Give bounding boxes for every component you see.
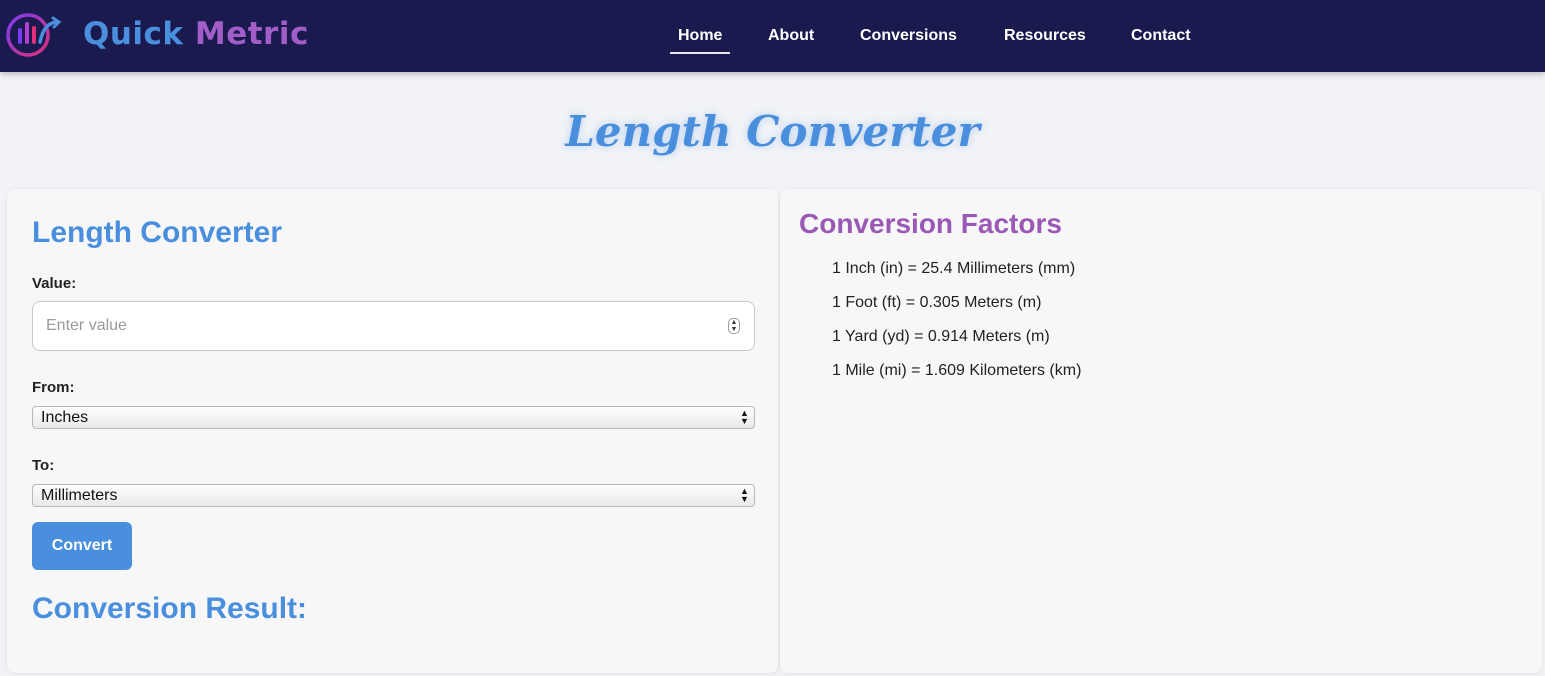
brand-logo-text[interactable]: Quick Metric [83,14,309,54]
factors-list: 1 Inch (in) = 25.4 Millimeters (mm) 1 Fo… [832,260,1081,396]
nav-resources-link[interactable]: Resources [1004,26,1086,46]
nav-contact-link[interactable]: Contact [1131,26,1191,46]
from-unit-selected: Inches [41,409,89,426]
factors-panel: Conversion Factors 1 Inch (in) = 25.4 Mi… [780,189,1542,673]
number-spinner-icon[interactable]: ▲ ▼ [728,318,740,334]
brand-name-part1: Quick [83,16,184,52]
list-item: 1 Yard (yd) = 0.914 Meters (m) [832,328,1050,345]
brand-name-part2: Metric [194,16,309,52]
to-unit-selected: Millimeters [41,487,118,504]
nav-home-link[interactable]: Home [669,26,731,54]
top-navbar: Quick Metric Home About Conversions Reso… [0,0,1545,72]
from-label: From: [32,379,75,396]
list-item: 1 Inch (in) = 25.4 Millimeters (mm) [832,260,1076,277]
value-input[interactable] [32,301,755,351]
converter-heading: Length Converter [32,216,283,249]
select-arrows-icon: ▲ ▼ [740,408,749,426]
converter-panel: Length Converter Value: ▲▼ From: Inches … [7,189,778,673]
select-arrows-icon: ▲ ▼ [740,486,749,504]
nav-about-link[interactable]: About [768,26,814,46]
to-label: To: [32,457,55,474]
from-unit-select[interactable]: Inches ▲ ▼ [32,406,755,429]
list-item: 1 Foot (ft) = 0.305 Meters (m) [832,294,1042,311]
to-unit-select[interactable]: Millimeters ▲ ▼ [32,484,755,507]
list-item: 1 Mile (mi) = 1.609 Kilometers (km) [832,362,1082,379]
result-heading: Conversion Result: [32,592,308,625]
value-label: Value: [32,275,77,292]
page-title: Length Converter [565,107,980,156]
bar-chart-logo-icon[interactable] [4,12,62,58]
factors-heading: Conversion Factors [799,208,1062,239]
nav-conversions-link[interactable]: Conversions [860,26,957,46]
convert-button[interactable]: Convert [32,522,132,570]
